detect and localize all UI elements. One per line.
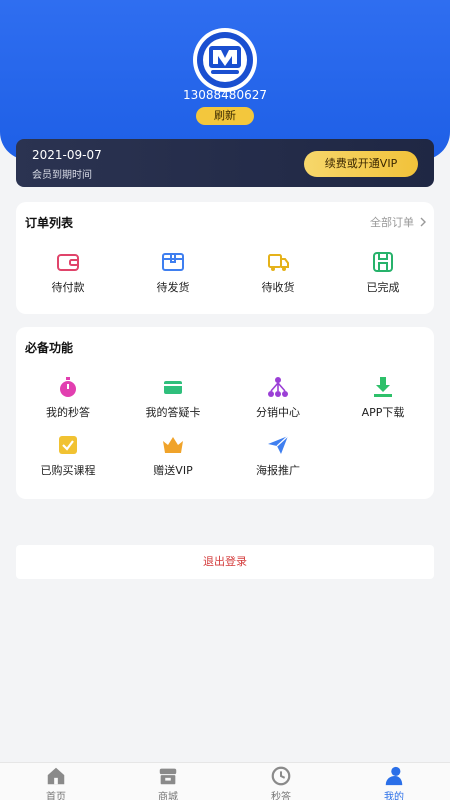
function-app-download[interactable]: APP下载 <box>338 375 428 420</box>
paper-plane-icon <box>268 435 289 454</box>
all-orders-link[interactable]: 全部订单 <box>370 214 428 230</box>
tab-label: 我的 <box>384 792 404 800</box>
function-label: 我的秒答 <box>46 406 90 419</box>
checkbox-icon <box>59 436 77 454</box>
profile-header: 13088480627 刷新 <box>0 0 450 160</box>
order-item-label: 待付款 <box>51 281 85 294</box>
avatar[interactable] <box>193 28 257 92</box>
function-distribution-center[interactable]: 分销中心 <box>233 375 323 420</box>
function-gift-vip[interactable]: 赠送VIP <box>128 433 218 478</box>
tab-label: 秒答 <box>271 792 291 800</box>
crown-icon <box>163 437 183 453</box>
order-item-completed[interactable]: 已完成 <box>338 250 428 295</box>
order-item-pending-shipment[interactable]: 待发货 <box>128 250 218 295</box>
function-my-quick-answers[interactable]: 我的秒答 <box>23 375 113 420</box>
order-item-label: 待发货 <box>156 281 190 294</box>
user-phone: 13088480627 <box>183 88 267 102</box>
function-label: 赠送VIP <box>153 464 193 477</box>
network-icon <box>268 377 288 397</box>
vip-card: 2021-09-07 会员到期时间 续费或开通VIP <box>16 139 434 187</box>
bottom-tab-bar: 首页 商城 秒答 我的 <box>0 762 450 800</box>
renew-vip-button[interactable]: 续费或开通VIP <box>304 151 418 177</box>
function-label: APP下载 <box>361 406 405 419</box>
vip-expiry-label: 会员到期时间 <box>32 170 92 181</box>
tab-store[interactable]: 商城 <box>112 765 224 800</box>
tab-label: 首页 <box>46 792 66 800</box>
functions-card: 必备功能 我的秒答 我的答疑卡 分销中心 APP下载 已购买课程 赠送VIP 海… <box>16 327 434 499</box>
home-icon <box>47 767 65 785</box>
function-label: 已购买课程 <box>40 464 96 477</box>
clock-icon <box>271 766 291 786</box>
tab-mine[interactable]: 我的 <box>338 765 450 800</box>
function-poster-promotion[interactable]: 海报推广 <box>233 433 323 478</box>
all-orders-label: 全部订单 <box>370 216 414 229</box>
function-label: 海报推广 <box>256 464 300 477</box>
stopwatch-icon <box>60 377 76 397</box>
tab-quick-answer[interactable]: 秒答 <box>225 765 337 800</box>
order-item-label: 待收货 <box>261 281 295 294</box>
order-item-pending-receipt[interactable]: 待收货 <box>233 250 323 295</box>
function-label: 分销中心 <box>256 406 300 419</box>
save-icon <box>373 252 393 272</box>
function-purchased-courses[interactable]: 已购买课程 <box>23 433 113 478</box>
function-label: 我的答疑卡 <box>145 406 201 419</box>
order-list-card: 订单列表 全部订单 待付款 待发货 待收货 已完成 <box>16 202 434 314</box>
tab-home[interactable]: 首页 <box>0 765 112 800</box>
refresh-button[interactable]: 刷新 <box>196 107 254 125</box>
logout-button[interactable]: 退出登录 <box>16 545 434 579</box>
functions-title: 必备功能 <box>25 341 74 355</box>
download-icon <box>374 377 392 397</box>
wallet-icon <box>57 254 79 271</box>
truck-icon <box>268 254 289 271</box>
logo-icon <box>197 32 253 88</box>
order-item-pending-payment[interactable]: 待付款 <box>23 250 113 295</box>
store-icon <box>159 768 177 785</box>
user-icon <box>385 766 403 786</box>
tab-label: 商城 <box>158 792 178 800</box>
vip-expiry-date: 2021-09-07 <box>32 148 102 162</box>
box-icon <box>162 253 184 271</box>
order-item-label: 已完成 <box>366 281 400 294</box>
chevron-right-icon <box>420 217 426 227</box>
order-list-title: 订单列表 <box>25 216 74 230</box>
card-icon <box>164 381 182 394</box>
function-my-qa-card[interactable]: 我的答疑卡 <box>128 375 218 420</box>
